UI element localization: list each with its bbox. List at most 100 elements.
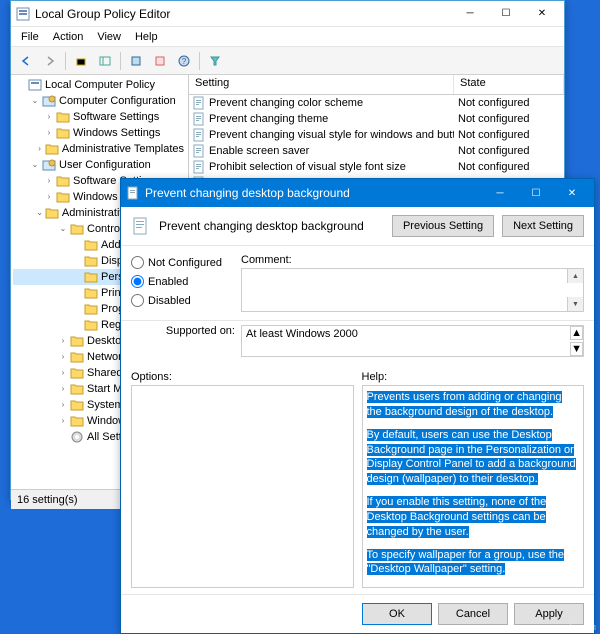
dialog-close-button[interactable]: ✕: [554, 179, 590, 207]
expand-icon[interactable]: [57, 431, 69, 443]
expand-icon[interactable]: ⌄: [29, 95, 41, 107]
menu-view[interactable]: View: [91, 29, 127, 45]
list-row[interactable]: Prevent changing visual style for window…: [189, 127, 564, 143]
help-box[interactable]: Prevents users from adding or changing t…: [362, 385, 585, 588]
minimize-button[interactable]: ─: [452, 1, 488, 27]
scroll-up-icon[interactable]: ▲: [570, 326, 583, 340]
radio-not-configured[interactable]: Not Configured: [131, 256, 231, 269]
watermark: wsxdn.com: [551, 622, 596, 632]
close-button[interactable]: ✕: [524, 1, 560, 27]
list-row[interactable]: Prevent changing color schemeNot configu…: [189, 95, 564, 111]
column-setting[interactable]: Setting: [189, 75, 454, 94]
tree-icon: [42, 158, 56, 172]
radio-disabled[interactable]: Disabled: [131, 294, 231, 307]
show-hide-button[interactable]: [94, 50, 116, 72]
previous-setting-button[interactable]: Previous Setting: [392, 215, 494, 237]
ok-button[interactable]: OK: [362, 603, 432, 625]
svg-text:?: ?: [182, 57, 187, 66]
expand-icon[interactable]: ›: [57, 335, 69, 347]
expand-icon[interactable]: ›: [43, 175, 55, 187]
menu-file[interactable]: File: [15, 29, 45, 45]
comment-label: Comment:: [241, 254, 584, 266]
scroll-down-icon[interactable]: ▼: [567, 297, 583, 311]
expand-icon[interactable]: ›: [35, 143, 44, 155]
tree-label: Windows Settings: [73, 125, 160, 141]
expand-icon[interactable]: ›: [43, 111, 55, 123]
expand-icon[interactable]: ›: [57, 383, 69, 395]
options-box[interactable]: [131, 385, 354, 588]
menu-action[interactable]: Action: [47, 29, 90, 45]
list-row[interactable]: Enable screen saverNot configured: [189, 143, 564, 159]
tree-item[interactable]: ›Administrative Templates: [13, 141, 186, 157]
cancel-button[interactable]: Cancel: [438, 603, 508, 625]
dialog-title: Prevent changing desktop background: [145, 186, 482, 200]
setting-icon: [191, 112, 207, 126]
tree-icon: [56, 190, 70, 204]
tree-root[interactable]: Local Computer Policy: [13, 77, 186, 93]
comment-textarea[interactable]: ▲ ▼: [241, 268, 584, 312]
next-setting-button[interactable]: Next Setting: [502, 215, 584, 237]
expand-icon[interactable]: [71, 303, 83, 315]
list-row[interactable]: Prohibit selection of visual style font …: [189, 159, 564, 175]
tree-icon: [28, 78, 42, 92]
expand-icon[interactable]: ›: [57, 415, 69, 427]
tree-item[interactable]: › Windows Settings: [13, 125, 186, 141]
dialog-minimize-button[interactable]: ─: [482, 179, 518, 207]
menu-help[interactable]: Help: [129, 29, 164, 45]
tree-icon: [45, 142, 59, 156]
setting-name: Prevent changing visual style for window…: [209, 129, 454, 141]
expand-icon[interactable]: [71, 255, 83, 267]
app-icon: [15, 6, 31, 22]
tree-icon: [42, 94, 56, 108]
expand-icon[interactable]: [71, 319, 83, 331]
maximize-button[interactable]: ☐: [488, 1, 524, 27]
refresh-button[interactable]: [125, 50, 147, 72]
help-button[interactable]: ?: [173, 50, 195, 72]
back-button[interactable]: [15, 50, 37, 72]
help-paragraph: Prevents users from adding or changing t…: [367, 391, 562, 418]
setting-icon: [191, 96, 207, 110]
expand-icon[interactable]: ⌄: [29, 159, 41, 171]
forward-button[interactable]: [39, 50, 61, 72]
export-button[interactable]: [149, 50, 171, 72]
policy-dialog: Prevent changing desktop background ─ ☐ …: [120, 178, 595, 634]
expand-icon[interactable]: [71, 287, 83, 299]
toolbar: ?: [11, 47, 564, 75]
tree-label: System: [87, 397, 124, 413]
dialog-maximize-button[interactable]: ☐: [518, 179, 554, 207]
expand-icon[interactable]: ⌄: [35, 207, 44, 219]
supported-box: At least Windows 2000 ▲ ▼: [241, 325, 584, 357]
tree-icon: [84, 254, 98, 268]
setting-state: Not configured: [454, 145, 564, 157]
expand-icon[interactable]: ›: [43, 191, 55, 203]
expand-icon[interactable]: [71, 239, 83, 251]
list-row[interactable]: Prevent changing themeNot configured: [189, 111, 564, 127]
column-state[interactable]: State: [454, 75, 564, 94]
tree-computer-config[interactable]: ⌄Computer Configuration: [13, 93, 186, 109]
toolbar-separator: [120, 52, 121, 70]
tree-icon: [70, 334, 84, 348]
tree-item[interactable]: ›Software Settings: [13, 109, 186, 125]
tree-icon: [70, 222, 84, 236]
expand-icon[interactable]: ›: [43, 127, 55, 139]
scroll-up-icon[interactable]: ▲: [567, 269, 583, 283]
tree-icon: [56, 126, 70, 140]
help-paragraph: To specify wallpaper for a group, use th…: [367, 549, 565, 576]
radio-enabled[interactable]: Enabled: [131, 275, 231, 288]
expand-icon[interactable]: [15, 79, 27, 91]
supported-value: At least Windows 2000: [246, 328, 358, 340]
dialog-titlebar[interactable]: Prevent changing desktop background ─ ☐ …: [121, 179, 594, 207]
scroll-down-icon[interactable]: ▼: [570, 342, 583, 356]
expand-icon[interactable]: ›: [57, 399, 69, 411]
setting-state: Not configured: [454, 113, 564, 125]
tree-user-config[interactable]: ⌄User Configuration: [13, 157, 186, 173]
expand-icon[interactable]: ›: [57, 367, 69, 379]
filter-button[interactable]: [204, 50, 226, 72]
setting-name: Prevent changing theme: [209, 113, 454, 125]
expand-icon[interactable]: [71, 271, 83, 283]
expand-icon[interactable]: ⌄: [57, 223, 69, 235]
titlebar[interactable]: Local Group Policy Editor ─ ☐ ✕: [11, 1, 564, 27]
expand-icon[interactable]: ›: [57, 351, 69, 363]
setting-name: Prevent changing color scheme: [209, 97, 454, 109]
up-button[interactable]: [70, 50, 92, 72]
